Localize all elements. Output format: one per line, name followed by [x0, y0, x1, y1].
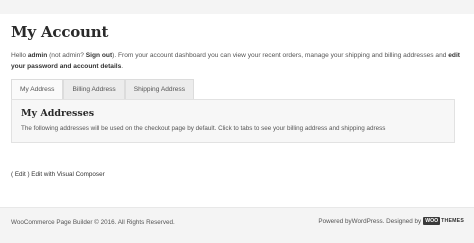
wordpress-link[interactable]: WordPress — [352, 218, 383, 225]
sign-out-link[interactable]: Sign out — [86, 52, 112, 59]
themes-logo-text: THEMES — [441, 218, 464, 224]
footer: WooCommerce Page Builder © 2016. All Rig… — [0, 207, 474, 243]
tab-shipping-address[interactable]: Shipping Address — [124, 79, 195, 99]
intro-not-user-suffix: ). From your account dashboard you can v… — [112, 52, 449, 59]
intro-username: admin — [27, 52, 48, 59]
intro-end: . — [121, 63, 124, 70]
tab-my-address[interactable]: My Address — [11, 79, 64, 100]
edit-link[interactable]: ( Edit ) — [11, 171, 30, 178]
designed-by-prefix: . Designed by — [382, 217, 422, 225]
account-intro-text: Hello admin (not admin? Sign out). From … — [11, 50, 466, 72]
addresses-panel: My Addresses The following addresses wil… — [11, 99, 455, 143]
woo-logo-mark: WOO — [423, 217, 441, 225]
intro-not-user-prefix: (not admin? — [47, 52, 86, 59]
top-bar — [0, 0, 474, 14]
footer-copyright: WooCommerce Page Builder © 2016. All Rig… — [11, 219, 175, 226]
edit-with-visual-composer-link[interactable]: Edit with Visual Composer — [30, 171, 104, 178]
address-tabs: My Address Billing Address Shipping Addr… — [11, 79, 195, 100]
woothemes-logo[interactable]: WOO THEMES — [423, 217, 464, 225]
tab-billing-address[interactable]: Billing Address — [63, 79, 125, 99]
addresses-description: The following addresses will be used on … — [21, 125, 386, 132]
edit-row: ( Edit ) Edit with Visual Composer — [11, 171, 105, 178]
intro-hello: Hello — [11, 52, 28, 59]
page-title: My Account — [11, 23, 109, 41]
footer-credits: Powered by WordPress. Designed by WOO THE… — [318, 217, 464, 225]
addresses-title: My Addresses — [21, 108, 95, 119]
powered-by-prefix: Powered by — [318, 217, 352, 225]
